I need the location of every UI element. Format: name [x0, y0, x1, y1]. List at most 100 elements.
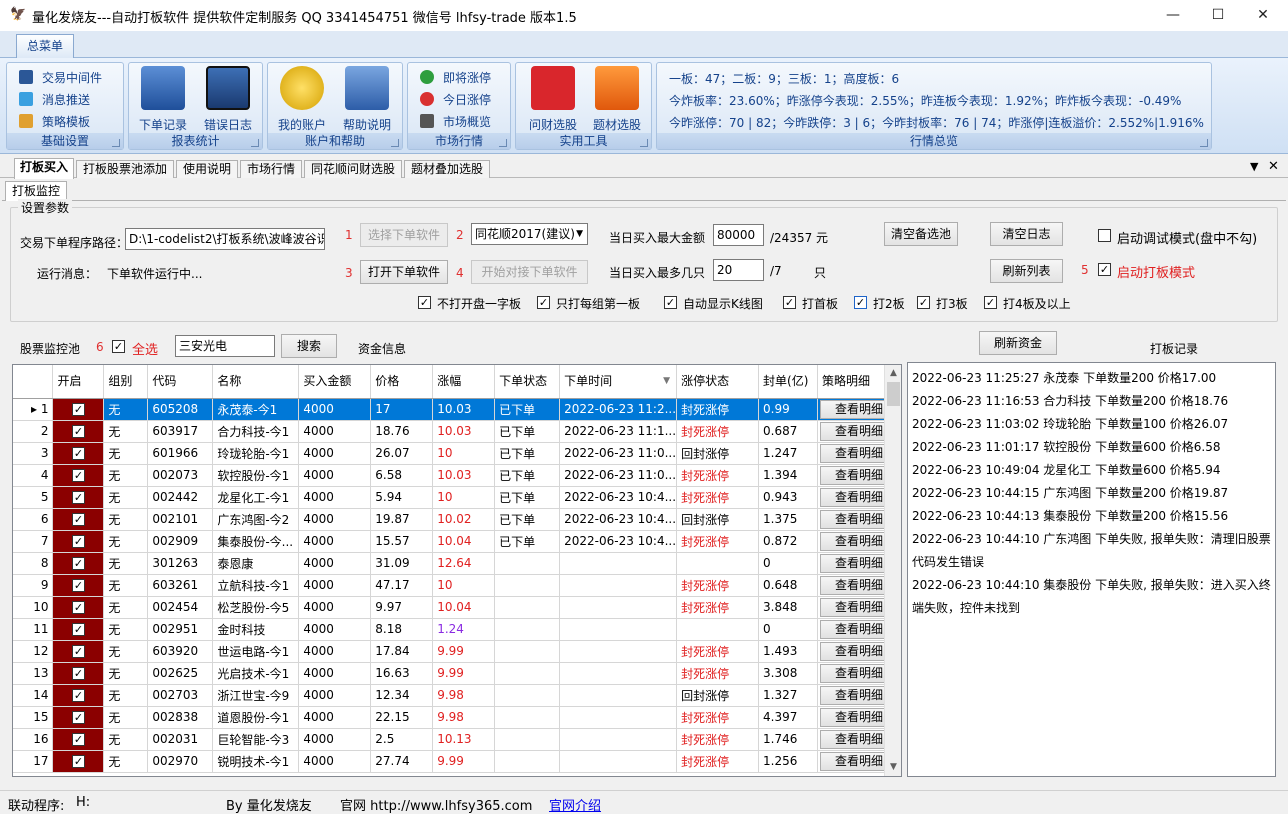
select-all-checkbox[interactable]: ✓ [112, 340, 125, 353]
table-row[interactable]: 4 ✓ 无 002073 软控股份-今1 4000 6.58 10.03 已下单 2022-06-… [13, 464, 901, 487]
search-button[interactable]: 搜索 [281, 334, 337, 358]
checkbox-checked-icon[interactable]: ✓ [71, 469, 85, 482]
debug-mode-checkbox[interactable] [1098, 229, 1111, 242]
tab-wencai[interactable]: 同花顺问财选股 [304, 160, 402, 178]
group-launcher-icon[interactable] [251, 139, 259, 147]
header-order-status[interactable]: 下单状态 [494, 365, 561, 399]
clear-log-button[interactable]: 清空日志 [990, 222, 1063, 246]
header-change[interactable]: 涨幅 [432, 365, 496, 399]
header-buy-amount[interactable]: 买入金额 [298, 365, 372, 399]
enabled-checkbox[interactable]: ✓ [52, 618, 105, 641]
table-row[interactable]: 16 ✓ 无 002031 巨轮智能-今3 4000 2.5 10.13 封死涨停 1.746 查看… [13, 728, 901, 751]
tab-dropdown-icon[interactable]: ▼ [1250, 160, 1258, 173]
group-launcher-icon[interactable] [1200, 139, 1208, 147]
close-button[interactable]: ✕ [1240, 0, 1286, 31]
header-name[interactable]: 名称 [212, 365, 300, 399]
enabled-checkbox[interactable]: ✓ [52, 640, 105, 663]
checkbox-checked-icon[interactable]: ✓ [71, 513, 85, 526]
enabled-checkbox[interactable]: ✓ [52, 530, 105, 553]
enabled-checkbox[interactable]: ✓ [52, 662, 105, 685]
tab-board-monitor[interactable]: 打板监控 [5, 181, 67, 201]
refresh-fund-button[interactable]: 刷新资金 [979, 331, 1057, 355]
enabled-checkbox[interactable]: ✓ [52, 508, 105, 531]
checkbox-checked-icon[interactable]: ✓ [71, 447, 85, 460]
today-limit-up-menu-item[interactable]: 今日涨停 [420, 90, 491, 110]
opt-first-board-checkbox[interactable]: ✓ [783, 296, 796, 309]
checkbox-checked-icon[interactable]: ✓ [71, 491, 85, 504]
enabled-checkbox[interactable]: ✓ [52, 574, 105, 597]
ribbon-tab-main[interactable]: 总菜单 [16, 34, 74, 59]
site-intro-link[interactable]: 官网介绍 [549, 795, 601, 814]
enabled-checkbox[interactable]: ✓ [52, 706, 105, 729]
checkbox-checked-icon[interactable]: ✓ [71, 535, 85, 548]
path-input[interactable]: D:\1-codelist2\打板系统\波峰波谷识别 [125, 228, 325, 250]
theme-select-button[interactable]: 题材选股 [588, 63, 646, 133]
checkbox-checked-icon[interactable]: ✓ [71, 425, 85, 438]
checkbox-checked-icon[interactable]: ✓ [71, 733, 85, 746]
help-button[interactable]: 帮助说明 [338, 63, 396, 133]
order-record-button[interactable]: 下单记录 [134, 63, 192, 133]
checkbox-checked-icon[interactable]: ✓ [71, 601, 85, 614]
table-row[interactable]: 14 ✓ 无 002703 浙江世宝-今9 4000 12.34 9.98 回封涨停 1.327 查… [13, 684, 901, 707]
order-log-panel[interactable]: 2022-06-23 11:25:27 永茂泰 下单数量200 价格17.00 2… [907, 362, 1276, 777]
enabled-checkbox[interactable]: ✓ [52, 420, 105, 443]
maximize-button[interactable]: ☐ [1195, 0, 1241, 31]
table-row[interactable]: 6 ✓ 无 002101 广东鸿图-今2 4000 19.87 10.02 已下单 2022-06… [13, 508, 901, 531]
broker-select[interactable]: 同花顺2017(建议) ▼ [471, 223, 588, 245]
group-launcher-icon[interactable] [112, 139, 120, 147]
header-price[interactable]: 价格 [370, 365, 434, 399]
table-row[interactable]: 13 ✓ 无 002625 光启技术-今1 4000 16.63 9.99 封死涨停 3.308 查… [13, 662, 901, 685]
message-push-menu-item[interactable]: 消息推送 [19, 90, 90, 110]
checkbox-checked-icon[interactable]: ✓ [71, 755, 85, 768]
enabled-checkbox[interactable]: ✓ [52, 596, 105, 619]
refresh-list-button[interactable]: 刷新列表 [990, 259, 1063, 283]
max-amount-input[interactable]: 80000 [713, 224, 764, 246]
search-input[interactable]: 三安光电 [175, 335, 275, 357]
table-row[interactable]: 17 ✓ 无 002970 锐明技术-今1 4000 27.74 9.99 封死涨停 1.256 查… [13, 750, 901, 773]
strategy-template-menu-item[interactable]: 策略模板 [19, 112, 90, 132]
table-row[interactable]: 15 ✓ 无 002838 道恩股份-今1 4000 22.15 9.98 封死涨停 4.397 查… [13, 706, 901, 729]
table-row[interactable]: 3 ✓ 无 601966 玲珑轮胎-今1 4000 26.07 10 已下单 2022-06-23… [13, 442, 901, 465]
table-row[interactable]: 2 ✓ 无 603917 合力科技-今1 4000 18.76 10.03 已下单 2022-06… [13, 420, 901, 443]
header-code[interactable]: 代码 [147, 365, 214, 399]
wencai-select-button[interactable]: 问财选股 [524, 63, 582, 133]
upcoming-limit-up-menu-item[interactable]: 即将涨停 [420, 68, 491, 88]
grid-vertical-scrollbar[interactable]: ▲ ▼ [884, 365, 901, 776]
table-row[interactable]: ▸ 1 ✓ 无 605208 永茂泰-今1 4000 17 10.03 已下单 2022-06-2… [13, 398, 901, 421]
scroll-thumb[interactable] [887, 382, 900, 406]
max-count-input[interactable]: 20 [713, 259, 764, 281]
enabled-checkbox[interactable]: ✓ [52, 442, 105, 465]
tab-market[interactable]: 市场行情 [240, 160, 302, 178]
opt-first-of-group-checkbox[interactable]: ✓ [537, 296, 550, 309]
opt-second-board-checkbox[interactable]: ✓ [854, 296, 867, 309]
minimize-button[interactable]: — [1150, 0, 1196, 31]
header-order-time[interactable]: 下单时间 ▼ [559, 365, 678, 399]
checkbox-checked-icon[interactable]: ✓ [71, 645, 85, 658]
checkbox-checked-icon[interactable]: ✓ [71, 579, 85, 592]
error-log-button[interactable]: 错误日志 [199, 63, 257, 133]
opt-third-board-checkbox[interactable]: ✓ [917, 296, 930, 309]
header-seal[interactable]: 封单(亿) [758, 365, 818, 399]
scroll-down-icon[interactable]: ▼ [885, 759, 901, 776]
checkbox-checked-icon[interactable]: ✓ [71, 689, 85, 702]
tab-close-icon[interactable]: ✕ [1268, 159, 1279, 174]
header-enabled[interactable]: 开启 [52, 365, 105, 399]
middleware-menu-item[interactable]: 交易中间件 [19, 68, 102, 88]
board-mode-checkbox[interactable]: ✓ [1098, 263, 1111, 276]
my-account-button[interactable]: 我的账户 [273, 63, 331, 133]
table-row[interactable]: 5 ✓ 无 002442 龙星化工-今1 4000 5.94 10 已下单 2022-06-23 … [13, 486, 901, 509]
table-row[interactable]: 12 ✓ 无 603920 世运电路-今1 4000 17.84 9.99 封死涨停 1.493 查… [13, 640, 901, 663]
tab-pool-add[interactable]: 打板股票池添加 [76, 160, 174, 178]
tab-board-buy[interactable]: 打板买入 [14, 158, 74, 179]
enabled-checkbox[interactable]: ✓ [52, 398, 105, 421]
market-overview-menu-item[interactable]: 市场概览 [420, 112, 491, 132]
open-software-button[interactable]: 打开下单软件 [360, 260, 448, 284]
table-row[interactable]: 10 ✓ 无 002454 松芝股份-今5 4000 9.97 10.04 封死涨停 3.848 查… [13, 596, 901, 619]
opt-no-open-board-checkbox[interactable]: ✓ [418, 296, 431, 309]
group-launcher-icon[interactable] [499, 139, 507, 147]
stock-grid[interactable]: 开启 组别 代码 名称 买入金额 价格 涨幅 下单状态 下单时间 ▼ 涨停状态 封… [12, 364, 902, 777]
table-row[interactable]: 9 ✓ 无 603261 立航科技-今1 4000 47.17 10 封死涨停 0.648 查看明细 [13, 574, 901, 597]
select-software-button[interactable]: 选择下单软件 [360, 223, 448, 247]
enabled-checkbox[interactable]: ✓ [52, 750, 105, 773]
enabled-checkbox[interactable]: ✓ [52, 552, 105, 575]
